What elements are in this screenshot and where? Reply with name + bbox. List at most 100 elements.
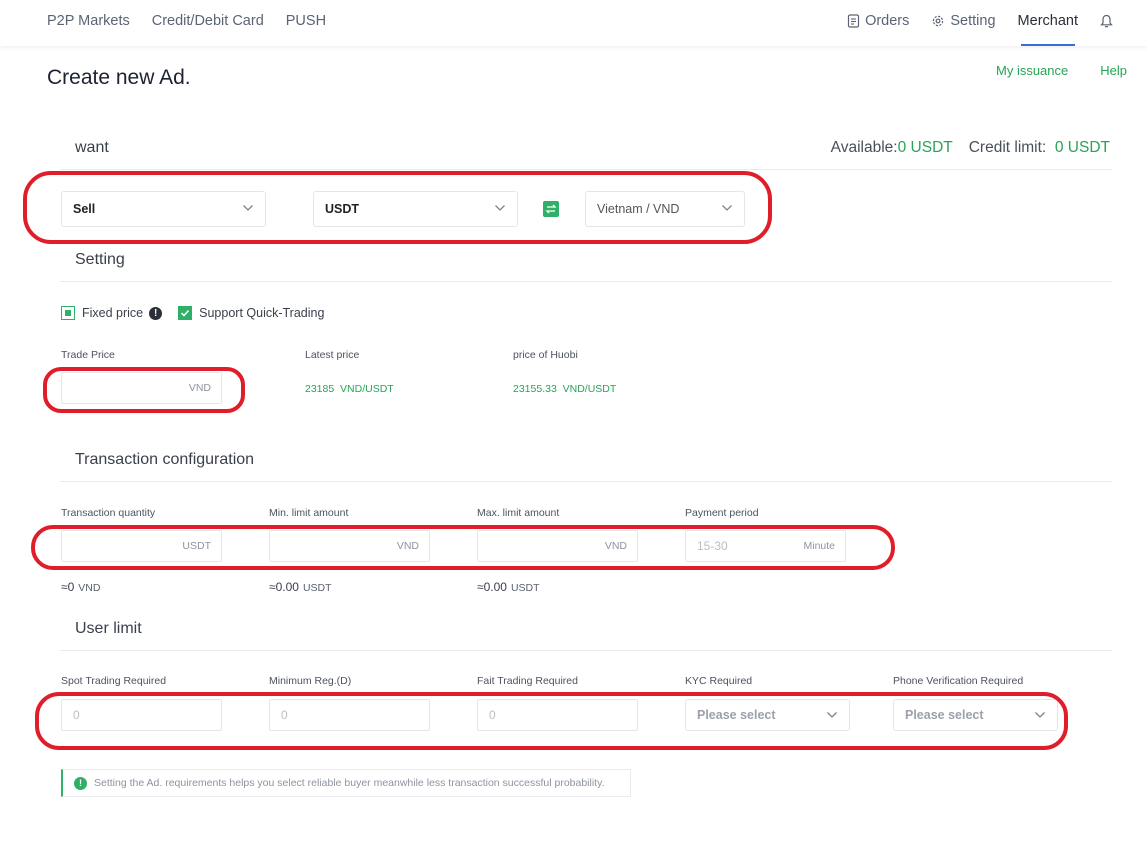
section-title-setting: Setting <box>75 251 125 268</box>
huobi-price-label: price of Huobi <box>513 349 578 361</box>
spot-trading-placeholder: 0 <box>73 708 80 722</box>
divider <box>60 281 1112 282</box>
check-icon <box>181 309 190 317</box>
balance-info: Available:0 USDT Credit limit: 0 USDT <box>831 139 1110 157</box>
approx-max-unit: USDT <box>510 582 540 594</box>
min-reg-label: Minimum Reg.(D) <box>269 675 352 687</box>
nav-credit-debit-card[interactable]: Credit/Debit Card <box>152 13 264 29</box>
section-title-user-limit: User limit <box>75 620 142 637</box>
trade-side-select[interactable]: Sell <box>61 191 266 227</box>
notifications-button[interactable] <box>1100 14 1113 28</box>
tip-text: Setting the Ad. requirements helps you s… <box>94 777 605 789</box>
quick-trading-label: Support Quick-Trading <box>199 306 325 320</box>
coin-select[interactable]: USDT <box>313 191 518 227</box>
chevron-down-icon <box>1035 712 1045 718</box>
help-link[interactable]: Help <box>1100 63 1127 78</box>
approx-max-value: ≈0.00 <box>477 580 507 594</box>
fiat-select[interactable]: Vietnam / VND <box>585 191 745 227</box>
nav-merchant-label: Merchant <box>1017 13 1078 29</box>
huobi-price-value: 23155.33 VND/USDT <box>513 383 617 395</box>
phone-verification-select[interactable]: Please select <box>893 699 1058 731</box>
fixed-price-label: Fixed price <box>82 306 144 320</box>
chevron-down-icon <box>827 712 837 718</box>
phone-verification-placeholder: Please select <box>905 708 984 722</box>
nav-setting[interactable]: Setting <box>931 13 996 29</box>
nav-p2p-markets[interactable]: P2P Markets <box>47 13 130 29</box>
top-navigation: P2P Markets Credit/Debit Card PUSH Order… <box>0 0 1147 46</box>
credit-limit-label: Credit limit: <box>968 139 1047 156</box>
fiat-trading-label: Fait Trading Required <box>477 675 578 687</box>
info-icon: ! <box>74 776 87 790</box>
approx-quantity-unit: VND <box>78 582 101 594</box>
latest-price-label: Latest price <box>305 349 360 361</box>
trade-side-value: Sell <box>73 202 96 216</box>
divider <box>60 169 1112 170</box>
available-value: 0 USDT <box>897 139 953 156</box>
approx-quantity-value: ≈0 <box>61 580 75 594</box>
credit-limit-value: 0 USDT <box>1054 139 1110 156</box>
min-limit-unit: VND <box>396 540 419 552</box>
min-limit-input[interactable]: VND <box>269 530 430 562</box>
nav-left-links: P2P Markets Credit/Debit Card PUSH <box>47 13 326 29</box>
max-limit-unit: VND <box>604 540 627 552</box>
fixed-price-checkbox[interactable] <box>61 306 75 320</box>
divider <box>60 481 1112 482</box>
page-title: Create new Ad. <box>47 66 191 89</box>
min-reg-input[interactable]: 0 <box>269 699 430 731</box>
orders-icon <box>847 14 860 28</box>
nav-right-links: Orders Setting Merchant <box>825 13 1113 46</box>
fiat-trading-placeholder: 0 <box>489 708 496 722</box>
quick-trading-checkbox[interactable] <box>178 306 193 320</box>
nav-setting-label: Setting <box>950 13 996 29</box>
nav-merchant[interactable]: Merchant <box>1017 13 1078 46</box>
section-title-want: want <box>75 139 109 156</box>
max-limit-label: Max. limit amount <box>477 507 560 519</box>
approx-min: ≈0.00 USDT <box>269 580 332 594</box>
spot-trading-label: Spot Trading Required <box>61 675 167 687</box>
my-issuance-link[interactable]: My issuance <box>996 63 1068 78</box>
swap-icon[interactable] <box>543 201 559 217</box>
chevron-down-icon <box>243 205 253 211</box>
fiat-value: Vietnam / VND <box>597 202 680 216</box>
credit-limit: Credit limit: 0 USDT <box>969 139 1110 157</box>
trade-price-label: Trade Price <box>61 349 115 361</box>
kyc-placeholder: Please select <box>697 708 776 722</box>
swap-arrows-icon <box>545 204 557 214</box>
gear-icon <box>933 15 944 27</box>
nav-orders[interactable]: Orders <box>847 13 909 29</box>
fiat-trading-input[interactable]: 0 <box>477 699 638 731</box>
chevron-down-icon <box>495 205 505 211</box>
kyc-label: KYC Required <box>685 675 753 687</box>
chevron-down-icon <box>722 205 732 211</box>
max-limit-input[interactable]: VND <box>477 530 638 562</box>
payment-period-label: Payment period <box>685 507 759 519</box>
payment-period-placeholder: 15-30 <box>697 539 728 553</box>
nav-orders-label: Orders <box>865 13 910 29</box>
setting-options: Fixed price ! Support Quick-Trading <box>61 306 324 320</box>
available-label: Available: <box>830 139 898 156</box>
info-icon[interactable]: ! <box>149 306 163 320</box>
bell-icon <box>1100 14 1113 28</box>
divider <box>60 650 1112 651</box>
coin-value: USDT <box>325 202 360 216</box>
payment-period-input[interactable]: 15-30 Minute <box>685 530 846 562</box>
trade-price-input[interactable]: VND <box>61 372 222 404</box>
min-reg-placeholder: 0 <box>281 708 288 722</box>
nav-push[interactable]: PUSH <box>286 13 326 29</box>
payment-period-unit: Minute <box>803 540 835 552</box>
requirements-tip: ! Setting the Ad. requirements helps you… <box>61 769 631 797</box>
approx-max: ≈0.00 USDT <box>477 580 540 594</box>
quantity-label: Transaction quantity <box>61 507 156 519</box>
header-links: My issuance Help <box>996 63 1127 78</box>
approx-min-value: ≈0.00 <box>269 580 299 594</box>
kyc-select[interactable]: Please select <box>685 699 850 731</box>
quantity-input[interactable]: USDT <box>61 530 222 562</box>
trade-price-unit: VND <box>188 382 211 394</box>
quantity-unit: USDT <box>182 540 211 552</box>
latest-price-value: 23185 VND/USDT <box>305 383 394 395</box>
spot-trading-input[interactable]: 0 <box>61 699 222 731</box>
phone-verification-label: Phone Verification Required <box>893 675 1024 687</box>
min-limit-label: Min. limit amount <box>269 507 349 519</box>
available-balance: Available:0 USDT <box>831 139 953 157</box>
approx-quantity: ≈0 VND <box>61 580 100 594</box>
